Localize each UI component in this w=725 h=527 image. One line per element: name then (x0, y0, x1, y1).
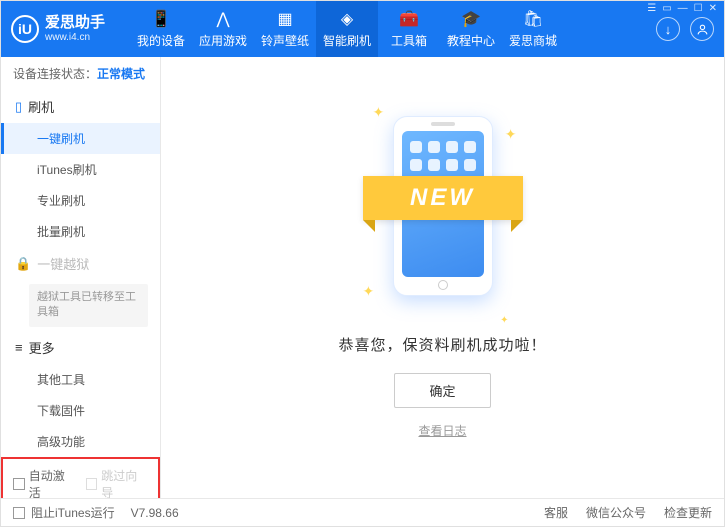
footer-links: 客服 微信公众号 检查更新 (544, 504, 712, 521)
minimize-icon[interactable]: — (678, 3, 688, 14)
connection-status: 设备连接状态：正常模式 (1, 57, 160, 90)
sidebar-group-more[interactable]: ≡ 更多 (1, 331, 160, 364)
header-bar: iU 爱思助手 www.i4.cn 📱 我的设备 ⋀ 应用游戏 ▦ 铃声壁纸 ◈… (1, 1, 724, 57)
ringtone-icon: ▦ (275, 9, 295, 29)
sidebar-group-flash[interactable]: ▯ 刷机 (1, 90, 160, 123)
view-log-link[interactable]: 查看日志 (418, 422, 466, 439)
conn-mode: 正常模式 (97, 67, 145, 81)
nav-ringtones[interactable]: ▦ 铃声壁纸 (254, 1, 316, 57)
footer-bar: 阻止iTunes运行 V7.98.66 客服 微信公众号 检查更新 (1, 498, 724, 526)
toolbox-icon: 🧰 (399, 9, 419, 29)
nav-label: 智能刷机 (323, 32, 371, 49)
nav-label: 爱思商城 (509, 32, 557, 49)
group-label: 刷机 (28, 97, 54, 116)
nav-my-device[interactable]: 📱 我的设备 (130, 1, 192, 57)
logo-area[interactable]: iU 爱思助手 www.i4.cn (11, 14, 105, 44)
header-right: ↓ (656, 17, 714, 41)
footer-link-update[interactable]: 检查更新 (664, 504, 712, 521)
checkbox-label: 阻止iTunes运行 (31, 504, 115, 521)
footer-link-support[interactable]: 客服 (544, 504, 568, 521)
footer-link-wechat[interactable]: 微信公众号 (586, 504, 646, 521)
apps-icon: ⋀ (213, 9, 233, 29)
jailbreak-moved-note: 越狱工具已转移至工具箱 (29, 284, 148, 327)
sidebar-item-onekey-flash[interactable]: 一键刷机 (1, 123, 160, 154)
window-controls: ☰ ▭ — ☐ ✕ (647, 3, 717, 14)
tutorial-icon: 🎓 (461, 9, 481, 29)
lock-icon: 🔒 (15, 256, 31, 272)
nav-label: 我的设备 (137, 32, 185, 49)
sidebar-item-download-firmware[interactable]: 下载固件 (1, 395, 160, 426)
nav-label: 工具箱 (391, 32, 427, 49)
logo-badge-icon: iU (11, 15, 39, 43)
nav-apps-games[interactable]: ⋀ 应用游戏 (192, 1, 254, 57)
close-icon[interactable]: ✕ (709, 3, 717, 14)
download-button[interactable]: ↓ (656, 17, 680, 41)
conn-label: 设备连接状态： (13, 67, 97, 81)
device-icon: 📱 (151, 9, 171, 29)
confirm-button[interactable]: 确定 (394, 373, 490, 408)
sidebar-item-batch-flash[interactable]: 批量刷机 (1, 216, 160, 247)
phone-icon: ▯ (15, 99, 22, 115)
checkbox-auto-activate[interactable]: 自动激活 (13, 467, 76, 498)
store-icon: 🛍 (523, 9, 543, 29)
account-button[interactable] (690, 17, 714, 41)
sidebar-group-jailbreak: 🔒 一键越狱 (1, 247, 160, 280)
nav-label: 教程中心 (447, 32, 495, 49)
checkbox-icon (13, 507, 25, 519)
top-nav: 📱 我的设备 ⋀ 应用游戏 ▦ 铃声壁纸 ◈ 智能刷机 🧰 工具箱 🎓 教程中心… (130, 1, 656, 57)
body-area: 设备连接状态：正常模式 ▯ 刷机 一键刷机 iTunes刷机 专业刷机 批量刷机… (1, 57, 724, 498)
checkbox-icon (86, 478, 98, 490)
skin-icon[interactable]: ▭ (662, 3, 671, 14)
menu-icon[interactable]: ☰ (647, 3, 656, 14)
maximize-icon[interactable]: ☐ (694, 3, 703, 14)
checkbox-label: 跳过向导 (101, 467, 148, 498)
flash-icon: ◈ (337, 9, 357, 29)
phone-illustration: ✦ ✦ ✦ ✦ NEW (383, 116, 503, 316)
nav-toolbox[interactable]: 🧰 工具箱 (378, 1, 440, 57)
checkbox-label: 自动激活 (29, 467, 76, 498)
sidebar-options-highlighted: 自动激活 跳过向导 (1, 457, 160, 498)
checkbox-skip-guide[interactable]: 跳过向导 (86, 467, 149, 498)
sidebar: 设备连接状态：正常模式 ▯ 刷机 一键刷机 iTunes刷机 专业刷机 批量刷机… (1, 57, 161, 498)
group-label: 更多 (29, 338, 55, 357)
nav-label: 铃声壁纸 (261, 32, 309, 49)
version-label: V7.98.66 (131, 506, 179, 520)
group-label: 一键越狱 (37, 254, 89, 273)
main-content: ✦ ✦ ✦ ✦ NEW 恭喜您，保资料刷机成功啦！ 确定 查看日志 (161, 57, 724, 498)
nav-store[interactable]: 🛍 爱思商城 (502, 1, 564, 57)
sidebar-item-advanced[interactable]: 高级功能 (1, 426, 160, 457)
checkbox-block-itunes[interactable]: 阻止iTunes运行 (13, 504, 115, 521)
checkbox-icon (13, 478, 25, 490)
nav-tutorials[interactable]: 🎓 教程中心 (440, 1, 502, 57)
sidebar-item-other-tools[interactable]: 其他工具 (1, 364, 160, 395)
more-icon: ≡ (15, 340, 23, 355)
nav-flash[interactable]: ◈ 智能刷机 (316, 1, 378, 57)
nav-label: 应用游戏 (199, 32, 247, 49)
sidebar-item-itunes-flash[interactable]: iTunes刷机 (1, 154, 160, 185)
app-title: 爱思助手 (45, 14, 105, 32)
success-message: 恭喜您，保资料刷机成功啦！ (338, 334, 546, 355)
new-ribbon: NEW (363, 176, 523, 220)
app-url: www.i4.cn (45, 32, 105, 44)
sidebar-item-pro-flash[interactable]: 专业刷机 (1, 185, 160, 216)
